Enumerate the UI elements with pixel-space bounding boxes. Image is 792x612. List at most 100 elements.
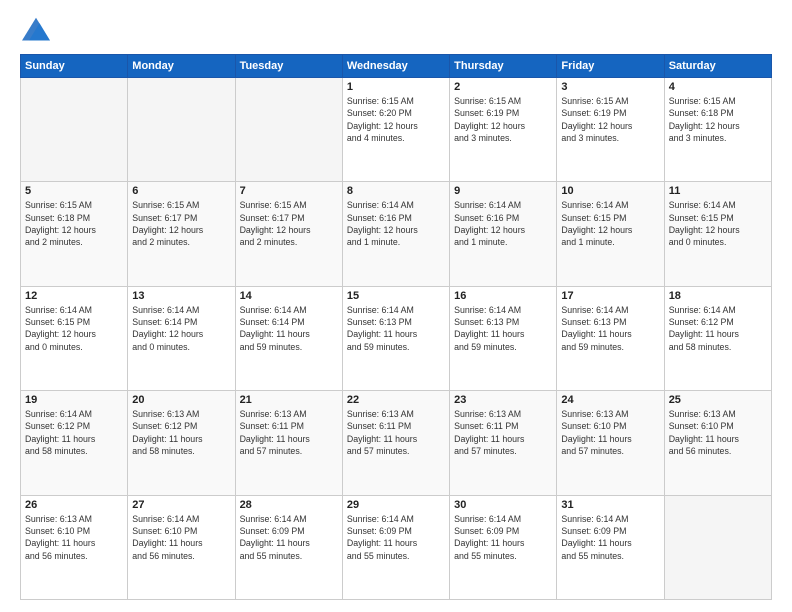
- day-number: 19: [25, 394, 123, 406]
- day-number: 14: [240, 290, 338, 302]
- calendar-cell: 15 Sunrise: 6:14 AM Sunset: 6:13 PM Dayli…: [342, 286, 449, 390]
- day-number: 30: [454, 499, 552, 511]
- day-info: Sunrise: 6:14 AM Sunset: 6:13 PM Dayligh…: [454, 304, 552, 353]
- day-number: 23: [454, 394, 552, 406]
- day-number: 15: [347, 290, 445, 302]
- calendar-cell: 20 Sunrise: 6:13 AM Sunset: 6:12 PM Dayli…: [128, 391, 235, 495]
- day-number: 8: [347, 185, 445, 197]
- header: [20, 16, 772, 44]
- calendar-cell: 2Sunrise: 6:15 AM Sunset: 6:19 PM Daylig…: [450, 78, 557, 182]
- calendar-cell: [128, 78, 235, 182]
- day-number: 2: [454, 81, 552, 93]
- day-number: 7: [240, 185, 338, 197]
- calendar-cell: [21, 78, 128, 182]
- day-number: 3: [561, 81, 659, 93]
- calendar-cell: 12Sunrise: 6:14 AM Sunset: 6:15 PM Dayli…: [21, 286, 128, 390]
- day-number: 6: [132, 185, 230, 197]
- calendar-cell: 30 Sunrise: 6:14 AM Sunset: 6:09 PM Dayli…: [450, 495, 557, 599]
- calendar-cell: 13Sunrise: 6:14 AM Sunset: 6:14 PM Dayli…: [128, 286, 235, 390]
- calendar-cell: 19 Sunrise: 6:14 AM Sunset: 6:12 PM Dayli…: [21, 391, 128, 495]
- day-number: 1: [347, 81, 445, 93]
- day-number: 16: [454, 290, 552, 302]
- calendar-cell: 24 Sunrise: 6:13 AM Sunset: 6:10 PM Dayli…: [557, 391, 664, 495]
- day-number: 31: [561, 499, 659, 511]
- day-number: 25: [669, 394, 767, 406]
- day-number: 5: [25, 185, 123, 197]
- day-info: Sunrise: 6:13 AM Sunset: 6:12 PM Dayligh…: [132, 408, 230, 457]
- day-info: Sunrise: 6:14 AM Sunset: 6:15 PM Dayligh…: [561, 199, 659, 248]
- day-number: 20: [132, 394, 230, 406]
- weekday-monday: Monday: [128, 55, 235, 78]
- calendar-cell: 11 Sunrise: 6:14 AM Sunset: 6:15 PM Dayli…: [664, 182, 771, 286]
- day-info: Sunrise: 6:13 AM Sunset: 6:10 PM Dayligh…: [561, 408, 659, 457]
- day-info: Sunrise: 6:13 AM Sunset: 6:11 PM Dayligh…: [454, 408, 552, 457]
- weekday-wednesday: Wednesday: [342, 55, 449, 78]
- weekday-friday: Friday: [557, 55, 664, 78]
- calendar-week-2: 5 Sunrise: 6:15 AM Sunset: 6:18 PM Daylig…: [21, 182, 772, 286]
- calendar-cell: 29 Sunrise: 6:14 AM Sunset: 6:09 PM Dayli…: [342, 495, 449, 599]
- calendar-cell: [664, 495, 771, 599]
- day-number: 26: [25, 499, 123, 511]
- day-info: Sunrise: 6:14 AM Sunset: 6:14 PM Dayligh…: [132, 304, 230, 353]
- calendar-cell: 7 Sunrise: 6:15 AM Sunset: 6:17 PM Daylig…: [235, 182, 342, 286]
- calendar-table: SundayMondayTuesdayWednesdayThursdayFrid…: [20, 54, 772, 600]
- day-info: Sunrise: 6:13 AM Sunset: 6:10 PM Dayligh…: [25, 513, 123, 562]
- day-info: Sunrise: 6:15 AM Sunset: 6:18 PM Dayligh…: [25, 199, 123, 248]
- calendar-week-3: 12Sunrise: 6:14 AM Sunset: 6:15 PM Dayli…: [21, 286, 772, 390]
- day-number: 11: [669, 185, 767, 197]
- day-info: Sunrise: 6:14 AM Sunset: 6:16 PM Dayligh…: [347, 199, 445, 248]
- logo-icon: [20, 16, 52, 44]
- day-info: Sunrise: 6:14 AM Sunset: 6:09 PM Dayligh…: [347, 513, 445, 562]
- day-number: 18: [669, 290, 767, 302]
- day-info: Sunrise: 6:14 AM Sunset: 6:15 PM Dayligh…: [669, 199, 767, 248]
- day-info: Sunrise: 6:14 AM Sunset: 6:12 PM Dayligh…: [669, 304, 767, 353]
- calendar-cell: 31Sunrise: 6:14 AM Sunset: 6:09 PM Dayli…: [557, 495, 664, 599]
- day-info: Sunrise: 6:15 AM Sunset: 6:18 PM Dayligh…: [669, 95, 767, 144]
- day-info: Sunrise: 6:14 AM Sunset: 6:13 PM Dayligh…: [561, 304, 659, 353]
- day-info: Sunrise: 6:15 AM Sunset: 6:19 PM Dayligh…: [561, 95, 659, 144]
- day-info: Sunrise: 6:14 AM Sunset: 6:16 PM Dayligh…: [454, 199, 552, 248]
- calendar-cell: 23 Sunrise: 6:13 AM Sunset: 6:11 PM Dayli…: [450, 391, 557, 495]
- day-info: Sunrise: 6:14 AM Sunset: 6:15 PM Dayligh…: [25, 304, 123, 353]
- day-info: Sunrise: 6:14 AM Sunset: 6:14 PM Dayligh…: [240, 304, 338, 353]
- calendar-cell: 17 Sunrise: 6:14 AM Sunset: 6:13 PM Dayli…: [557, 286, 664, 390]
- calendar-cell: 1 Sunrise: 6:15 AM Sunset: 6:20 PM Daylig…: [342, 78, 449, 182]
- day-number: 17: [561, 290, 659, 302]
- calendar-week-5: 26 Sunrise: 6:13 AM Sunset: 6:10 PM Dayli…: [21, 495, 772, 599]
- calendar-cell: 16 Sunrise: 6:14 AM Sunset: 6:13 PM Dayli…: [450, 286, 557, 390]
- day-number: 10: [561, 185, 659, 197]
- calendar-cell: 22Sunrise: 6:13 AM Sunset: 6:11 PM Dayli…: [342, 391, 449, 495]
- calendar-week-1: 1 Sunrise: 6:15 AM Sunset: 6:20 PM Daylig…: [21, 78, 772, 182]
- calendar-cell: 10 Sunrise: 6:14 AM Sunset: 6:15 PM Dayli…: [557, 182, 664, 286]
- calendar-cell: 21Sunrise: 6:13 AM Sunset: 6:11 PM Dayli…: [235, 391, 342, 495]
- day-info: Sunrise: 6:15 AM Sunset: 6:20 PM Dayligh…: [347, 95, 445, 144]
- calendar-cell: 8 Sunrise: 6:14 AM Sunset: 6:16 PM Daylig…: [342, 182, 449, 286]
- day-info: Sunrise: 6:13 AM Sunset: 6:10 PM Dayligh…: [669, 408, 767, 457]
- day-info: Sunrise: 6:14 AM Sunset: 6:09 PM Dayligh…: [240, 513, 338, 562]
- day-info: Sunrise: 6:14 AM Sunset: 6:13 PM Dayligh…: [347, 304, 445, 353]
- logo: [20, 16, 56, 44]
- page: SundayMondayTuesdayWednesdayThursdayFrid…: [0, 0, 792, 612]
- day-number: 27: [132, 499, 230, 511]
- calendar-cell: 18 Sunrise: 6:14 AM Sunset: 6:12 PM Dayli…: [664, 286, 771, 390]
- calendar-cell: 3 Sunrise: 6:15 AM Sunset: 6:19 PM Daylig…: [557, 78, 664, 182]
- day-info: Sunrise: 6:15 AM Sunset: 6:17 PM Dayligh…: [240, 199, 338, 248]
- day-number: 21: [240, 394, 338, 406]
- day-info: Sunrise: 6:14 AM Sunset: 6:12 PM Dayligh…: [25, 408, 123, 457]
- day-number: 9: [454, 185, 552, 197]
- day-number: 29: [347, 499, 445, 511]
- day-number: 4: [669, 81, 767, 93]
- weekday-sunday: Sunday: [21, 55, 128, 78]
- day-info: Sunrise: 6:14 AM Sunset: 6:10 PM Dayligh…: [132, 513, 230, 562]
- day-number: 24: [561, 394, 659, 406]
- calendar-cell: 14 Sunrise: 6:14 AM Sunset: 6:14 PM Dayli…: [235, 286, 342, 390]
- weekday-header-row: SundayMondayTuesdayWednesdayThursdayFrid…: [21, 55, 772, 78]
- calendar-cell: 27 Sunrise: 6:14 AM Sunset: 6:10 PM Dayli…: [128, 495, 235, 599]
- day-info: Sunrise: 6:15 AM Sunset: 6:17 PM Dayligh…: [132, 199, 230, 248]
- calendar-cell: 28 Sunrise: 6:14 AM Sunset: 6:09 PM Dayli…: [235, 495, 342, 599]
- day-number: 28: [240, 499, 338, 511]
- weekday-tuesday: Tuesday: [235, 55, 342, 78]
- calendar-cell: 4 Sunrise: 6:15 AM Sunset: 6:18 PM Daylig…: [664, 78, 771, 182]
- day-info: Sunrise: 6:14 AM Sunset: 6:09 PM Dayligh…: [454, 513, 552, 562]
- calendar-cell: 6 Sunrise: 6:15 AM Sunset: 6:17 PM Daylig…: [128, 182, 235, 286]
